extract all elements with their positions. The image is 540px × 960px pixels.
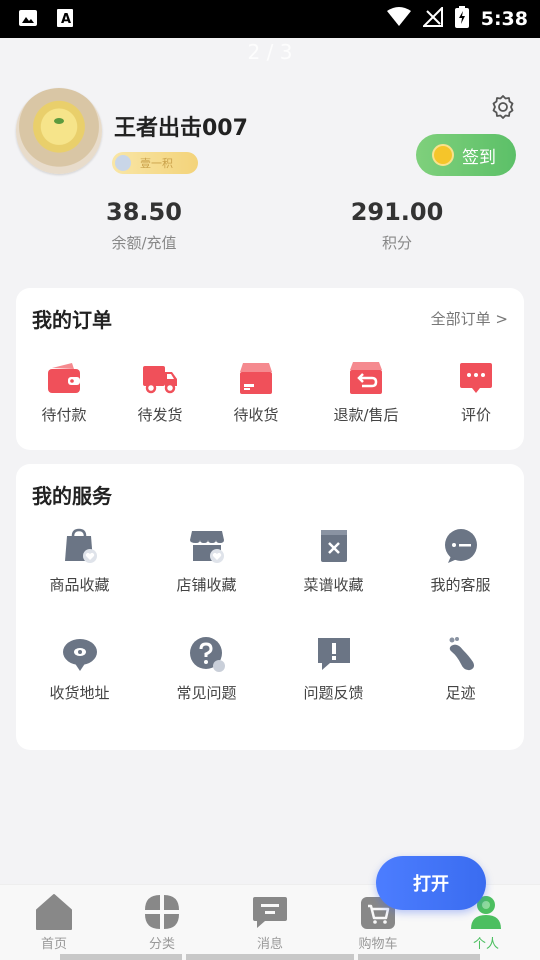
service-footprint[interactable]: 足迹 bbox=[397, 636, 524, 703]
bag-heart-icon bbox=[62, 528, 98, 564]
nav-handle-center bbox=[186, 954, 354, 960]
order-review[interactable]: 评价 bbox=[428, 360, 524, 425]
nav-handle-right bbox=[358, 954, 480, 960]
tab-category-label: 分类 bbox=[148, 937, 175, 952]
truck-icon bbox=[142, 360, 178, 396]
message-icon bbox=[251, 893, 289, 931]
feedback-icon bbox=[316, 636, 352, 672]
avatar[interactable] bbox=[16, 88, 102, 174]
open-app-button[interactable]: 打开 bbox=[376, 856, 486, 910]
refund-icon bbox=[348, 360, 384, 396]
services-card: 我的服务 商品收藏 店铺收藏 菜谱收藏 我的客服 收货地址 常见问题 问题反馈 … bbox=[16, 464, 524, 750]
order-pending-shipment[interactable]: 待发货 bbox=[112, 360, 208, 425]
status-bar: A 5:38 bbox=[0, 0, 540, 38]
order-pending-receipt[interactable]: 待收货 bbox=[208, 360, 304, 425]
points-label: 积分 bbox=[381, 234, 412, 252]
orders-card: 我的订单 全部订单 > 待付款 待发货 待收货 退款/售后 评价 bbox=[16, 288, 524, 450]
chat-icon bbox=[443, 528, 479, 564]
category-icon bbox=[143, 893, 181, 931]
page-indicator: 2 / 3 bbox=[247, 40, 293, 64]
tab-cart-label: 购物车 bbox=[358, 937, 398, 952]
recipe-icon bbox=[316, 528, 352, 564]
level-icon bbox=[115, 155, 131, 171]
level-label: 壹一积 bbox=[140, 157, 173, 170]
order-pending-payment-label: 待付款 bbox=[41, 406, 87, 424]
service-product-favorites-label: 商品收藏 bbox=[49, 576, 110, 594]
home-icon bbox=[35, 893, 73, 931]
order-pending-payment[interactable]: 待付款 bbox=[16, 360, 112, 425]
comment-icon bbox=[458, 360, 494, 396]
service-recipe-favorites[interactable]: 菜谱收藏 bbox=[270, 528, 397, 595]
account-stats: 38.50 余额/充值 291.00 积分 bbox=[0, 198, 540, 268]
checkin-button[interactable]: 签到 bbox=[416, 134, 516, 176]
orders-title: 我的订单 bbox=[32, 308, 112, 332]
points-stat[interactable]: 291.00 积分 bbox=[297, 198, 497, 253]
tab-messages[interactable]: 消息 bbox=[216, 885, 324, 960]
order-refund[interactable]: 退款/售后 bbox=[304, 360, 428, 425]
no-signal-icon bbox=[421, 5, 443, 31]
tab-messages-label: 消息 bbox=[256, 937, 283, 952]
balance-value: 38.50 bbox=[106, 198, 182, 226]
wallet-icon bbox=[46, 360, 82, 396]
service-product-favorites[interactable]: 商品收藏 bbox=[16, 528, 143, 595]
service-address-label: 收货地址 bbox=[49, 684, 110, 702]
balance-stat[interactable]: 38.50 余额/充值 bbox=[44, 198, 244, 253]
order-review-label: 评价 bbox=[460, 406, 491, 424]
service-customer-support-label: 我的客服 bbox=[430, 576, 491, 594]
service-customer-support[interactable]: 我的客服 bbox=[397, 528, 524, 595]
tab-home-label: 首页 bbox=[40, 937, 67, 952]
order-pending-receipt-label: 待收货 bbox=[233, 406, 279, 424]
service-feedback[interactable]: 问题反馈 bbox=[270, 636, 397, 703]
checkin-label: 签到 bbox=[462, 147, 496, 168]
service-store-favorites[interactable]: 店铺收藏 bbox=[143, 528, 270, 595]
order-refund-label: 退款/售后 bbox=[333, 406, 399, 424]
tab-category[interactable]: 分类 bbox=[108, 885, 216, 960]
gallery-icon bbox=[18, 8, 38, 32]
service-faq-label: 常见问题 bbox=[176, 684, 237, 702]
settings-gear-icon[interactable] bbox=[490, 94, 516, 120]
wifi-icon bbox=[386, 7, 411, 31]
location-icon bbox=[62, 636, 98, 672]
service-feedback-label: 问题反馈 bbox=[303, 684, 364, 702]
svg-text:A: A bbox=[61, 12, 71, 27]
service-faq[interactable]: 常见问题 bbox=[143, 636, 270, 703]
service-footprint-label: 足迹 bbox=[445, 684, 476, 702]
tab-home[interactable]: 首页 bbox=[0, 885, 108, 960]
nav-handle-left bbox=[60, 954, 182, 960]
service-address[interactable]: 收货地址 bbox=[16, 636, 143, 703]
balance-label: 余额/充值 bbox=[111, 234, 177, 252]
status-time: 5:38 bbox=[480, 8, 528, 30]
all-orders-link[interactable]: 全部订单 > bbox=[431, 308, 508, 329]
points-value: 291.00 bbox=[350, 198, 444, 226]
question-icon bbox=[189, 636, 225, 672]
profile-header: 王者出击007 壹一积 签到 bbox=[16, 88, 524, 178]
box-icon bbox=[238, 360, 274, 396]
tab-profile-label: 个人 bbox=[472, 937, 499, 952]
footprint-icon bbox=[443, 636, 479, 672]
order-pending-shipment-label: 待发货 bbox=[137, 406, 183, 424]
services-title: 我的服务 bbox=[32, 484, 112, 508]
username: 王者出击007 bbox=[114, 116, 248, 141]
level-badge: 壹一积 bbox=[112, 152, 198, 174]
store-heart-icon bbox=[189, 528, 225, 564]
battery-charging-icon bbox=[454, 6, 469, 32]
service-recipe-favorites-label: 菜谱收藏 bbox=[303, 576, 364, 594]
coin-icon bbox=[432, 144, 454, 166]
service-store-favorites-label: 店铺收藏 bbox=[176, 576, 237, 594]
font-icon: A bbox=[56, 8, 74, 32]
